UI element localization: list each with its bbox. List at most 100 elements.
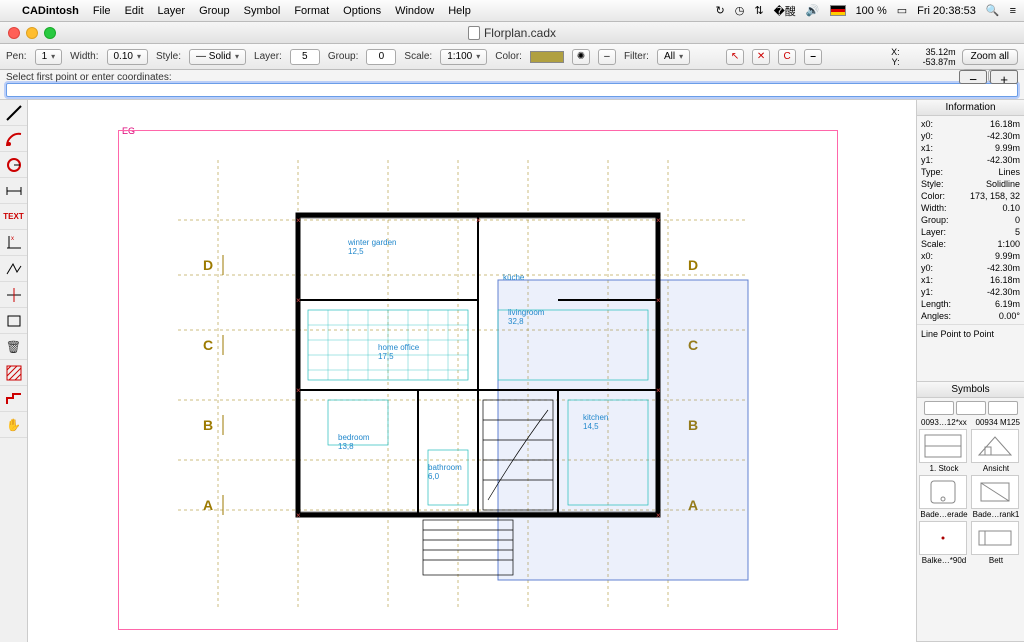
svg-text:B: B xyxy=(203,417,213,433)
symbol-item[interactable]: Balke…*90d xyxy=(919,521,969,565)
tool-red-x[interactable]: ↖ xyxy=(726,49,744,65)
svg-text:17,5: 17,5 xyxy=(378,352,394,361)
svg-text:kitchen: kitchen xyxy=(583,413,608,422)
symbol-shape-2[interactable] xyxy=(956,401,986,415)
svg-text:winter garden: winter garden xyxy=(347,238,396,247)
spotlight-icon[interactable]: 🔍 xyxy=(986,4,1000,17)
symbol-item[interactable]: Bett xyxy=(971,521,1021,565)
menu-layer[interactable]: Layer xyxy=(158,5,186,17)
tool-circle[interactable] xyxy=(0,152,27,178)
menu-symbol[interactable]: Symbol xyxy=(244,5,281,17)
notification-center-icon[interactable]: ≡ xyxy=(1010,5,1016,17)
menu-group[interactable]: Group xyxy=(199,5,230,17)
menu-options[interactable]: Options xyxy=(343,5,381,17)
drawing-canvas[interactable]: EG AA BB CC DD xyxy=(28,100,916,642)
svg-text:×: × xyxy=(656,296,661,305)
filter-label: Filter: xyxy=(624,51,649,62)
info-row: y1:-42.30m xyxy=(921,286,1020,298)
layer-field[interactable]: 5 xyxy=(290,49,320,65)
dash-icon[interactable]: – xyxy=(598,49,616,65)
filter-select[interactable]: All xyxy=(657,49,690,65)
zoom-all-button[interactable]: Zoom all xyxy=(962,49,1018,65)
info-row: y1:-42.30m xyxy=(921,154,1020,166)
tool-axis[interactable]: x xyxy=(0,230,27,256)
info-row: Width:0.10 xyxy=(921,202,1020,214)
command-prompt-bar: Select first point or enter coordinates:… xyxy=(0,70,1024,100)
style-select[interactable]: — Solid xyxy=(189,49,246,65)
tool-snap[interactable]: ⎯ xyxy=(804,49,822,65)
svg-text:home office: home office xyxy=(378,343,420,352)
svg-text:×: × xyxy=(656,216,661,225)
battery-status[interactable]: 100 % xyxy=(856,5,887,17)
tool-red-c[interactable]: C xyxy=(778,49,796,65)
network-icon[interactable]: ⇅ xyxy=(754,4,763,17)
svg-text:C: C xyxy=(203,337,213,353)
layer-label: Layer: xyxy=(254,51,282,62)
info-panel-title: Information xyxy=(917,100,1024,116)
sync-icon[interactable]: ↻ xyxy=(716,4,725,17)
symbol-item[interactable]: Bade…rank1 xyxy=(971,475,1021,519)
info-row: x0:16.18m xyxy=(921,118,1020,130)
app-menu[interactable]: CADintosh xyxy=(22,5,79,17)
coord-y-value: -53.87m xyxy=(906,57,956,67)
coordinate-input[interactable] xyxy=(6,83,1018,97)
tool-trim[interactable] xyxy=(0,282,27,308)
menu-format[interactable]: Format xyxy=(294,5,329,17)
inspector-sidebar: Information x0:16.18my0:-42.30mx1:9.99my… xyxy=(916,100,1024,642)
info-row: x1:16.18m xyxy=(921,274,1020,286)
menubar-clock[interactable]: Fri 20:38:53 xyxy=(917,5,976,17)
symbol-item[interactable]: Ansicht xyxy=(971,429,1021,473)
symbol-shape-1[interactable] xyxy=(924,401,954,415)
tool-pan[interactable]: ✋ xyxy=(0,412,27,438)
close-window-button[interactable] xyxy=(8,27,20,39)
color-label: Color: xyxy=(495,51,522,62)
info-tool-name: Line Point to Point xyxy=(917,324,1024,341)
menu-window[interactable]: Window xyxy=(395,5,434,17)
tool-wall[interactable] xyxy=(0,386,27,412)
pen-label: Pen: xyxy=(6,51,27,62)
clock-icon[interactable]: ◷ xyxy=(735,4,745,17)
prompt-text: Select first point or enter coordinates: xyxy=(6,72,1018,83)
width-select[interactable]: 0.10 xyxy=(107,49,148,65)
tool-rect[interactable] xyxy=(0,308,27,334)
tool-arc[interactable] xyxy=(0,126,27,152)
tool-palette: TEXT x 🗑 ✋ xyxy=(0,100,28,642)
info-row: x1:9.99m xyxy=(921,142,1020,154)
color-swatch[interactable] xyxy=(530,51,564,63)
volume-icon[interactable]: 🔊 xyxy=(806,4,820,17)
scale-select[interactable]: 1:100 xyxy=(440,49,487,65)
scale-label: Scale: xyxy=(404,51,432,62)
info-row: Group:0 xyxy=(921,214,1020,226)
tool-polyline[interactable] xyxy=(0,256,27,282)
info-row: Style:Solidline xyxy=(921,178,1020,190)
menu-help[interactable]: Help xyxy=(448,5,471,17)
pen-select[interactable]: 1 xyxy=(35,49,63,65)
group-field[interactable]: 0 xyxy=(366,49,396,65)
svg-text:6,0: 6,0 xyxy=(428,472,440,481)
svg-text:14,5: 14,5 xyxy=(583,422,599,431)
tool-text[interactable]: TEXT xyxy=(0,204,27,230)
tool-delete[interactable]: 🗑 xyxy=(0,334,27,360)
zoom-out-button[interactable]: − xyxy=(959,70,987,84)
tool-dimension[interactable] xyxy=(0,178,27,204)
input-language-icon[interactable] xyxy=(830,5,846,16)
tool-red-close[interactable]: ✕ xyxy=(752,49,770,65)
info-row: Scale:1:100 xyxy=(921,238,1020,250)
zoom-window-button[interactable] xyxy=(44,27,56,39)
zoom-in-button[interactable]: + xyxy=(990,70,1018,84)
svg-text:bedroom: bedroom xyxy=(338,433,370,442)
symbol-item[interactable]: 1. Stock xyxy=(919,429,969,473)
tool-line[interactable] xyxy=(0,100,27,126)
symbol-shape-3[interactable] xyxy=(988,401,1018,415)
wifi-icon[interactable]: �醙 xyxy=(774,3,796,19)
tool-hatch[interactable] xyxy=(0,360,27,386)
svg-text:bathroom: bathroom xyxy=(428,463,462,472)
symbol-item[interactable]: Bade…erade xyxy=(919,475,969,519)
svg-text:x: x xyxy=(11,236,14,242)
menu-edit[interactable]: Edit xyxy=(125,5,144,17)
window-titlebar: Florplan.cadx xyxy=(0,22,1024,44)
menu-file[interactable]: File xyxy=(93,5,111,17)
settings-icon[interactable]: ✺ xyxy=(572,49,590,65)
coord-x-label: X: xyxy=(891,47,900,57)
minimize-window-button[interactable] xyxy=(26,27,38,39)
